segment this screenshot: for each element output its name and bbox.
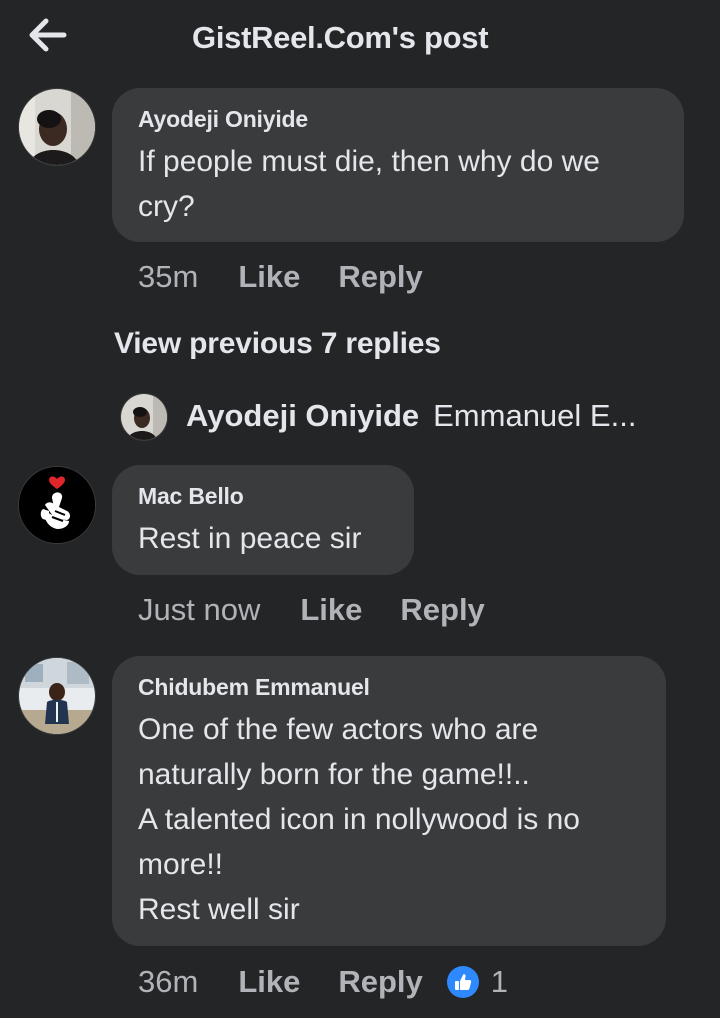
avatar-mac-bello[interactable] (18, 466, 96, 544)
arrow-left-icon (29, 18, 67, 52)
like-button[interactable]: Like (300, 592, 362, 628)
comment-author[interactable]: Mac Bello (138, 483, 388, 510)
thumbs-up-icon (446, 966, 479, 998)
comments-page: GistReel.Com's post Ayodeji Oniyide If p… (0, 0, 720, 1018)
comment-text: Rest in peace sir (138, 522, 362, 555)
avatar-photo (121, 394, 167, 440)
top-bar: GistReel.Com's post (0, 0, 720, 80)
avatar-ayodeji-small (120, 393, 168, 441)
comment-actions: 35m Like Reply (138, 259, 461, 295)
comment-bubble[interactable]: Mac Bello Rest in peace sir (112, 465, 414, 575)
comment-author[interactable]: Chidubem Emmanuel (138, 674, 640, 701)
finger-heart-icon (19, 467, 95, 543)
reaction-summary[interactable]: 1 (446, 964, 509, 1000)
reply-button[interactable]: Reply (338, 964, 422, 1000)
comment-text-line: Rest well sir (138, 893, 300, 926)
comment-text-line: A talented icon in nollywood is no (138, 803, 580, 836)
comment-author[interactable]: Ayodeji Oniyide (138, 106, 658, 133)
reply-preview[interactable]: Ayodeji Oniyide Emmanuel E... (120, 392, 637, 441)
comment-text-line: naturally born for the game!!.. (138, 758, 530, 791)
reaction-count: 1 (490, 964, 509, 999)
comment-text: If people must die, then why do we cry? (138, 145, 600, 223)
comment-actions: Just now Like Reply (138, 592, 523, 628)
avatar-photo (19, 89, 95, 165)
reply-button[interactable]: Reply (400, 592, 484, 628)
reply-button[interactable]: Reply (338, 259, 422, 295)
reply-preview-author: Ayodeji Oniyide (186, 398, 420, 433)
page-title: GistReel.Com's post (192, 20, 489, 55)
avatar-ayodeji[interactable] (18, 88, 96, 166)
avatar-photo (19, 658, 95, 734)
comment-timestamp[interactable]: 35m (138, 259, 198, 295)
like-button[interactable]: Like (238, 259, 300, 295)
view-previous-replies-link[interactable]: View previous 7 replies (114, 327, 441, 361)
comment-text: One of the few actors who are naturally … (138, 707, 640, 932)
comment-actions: 36m Like Reply 1 (138, 964, 508, 1000)
avatar-chidubem[interactable] (18, 657, 96, 735)
comment-timestamp[interactable]: 36m (138, 964, 198, 1000)
comment-timestamp[interactable]: Just now (138, 592, 260, 628)
comment-bubble[interactable]: Ayodeji Oniyide If people must die, then… (112, 88, 684, 242)
like-button[interactable]: Like (238, 964, 300, 1000)
comment-bubble[interactable]: Chidubem Emmanuel One of the few actors … (112, 656, 666, 946)
back-button[interactable] (26, 16, 70, 54)
comment-text-line: One of the few actors who are (138, 713, 539, 746)
comment-text-line: more!! (138, 848, 224, 881)
reply-preview-text: Emmanuel E... (433, 398, 637, 433)
